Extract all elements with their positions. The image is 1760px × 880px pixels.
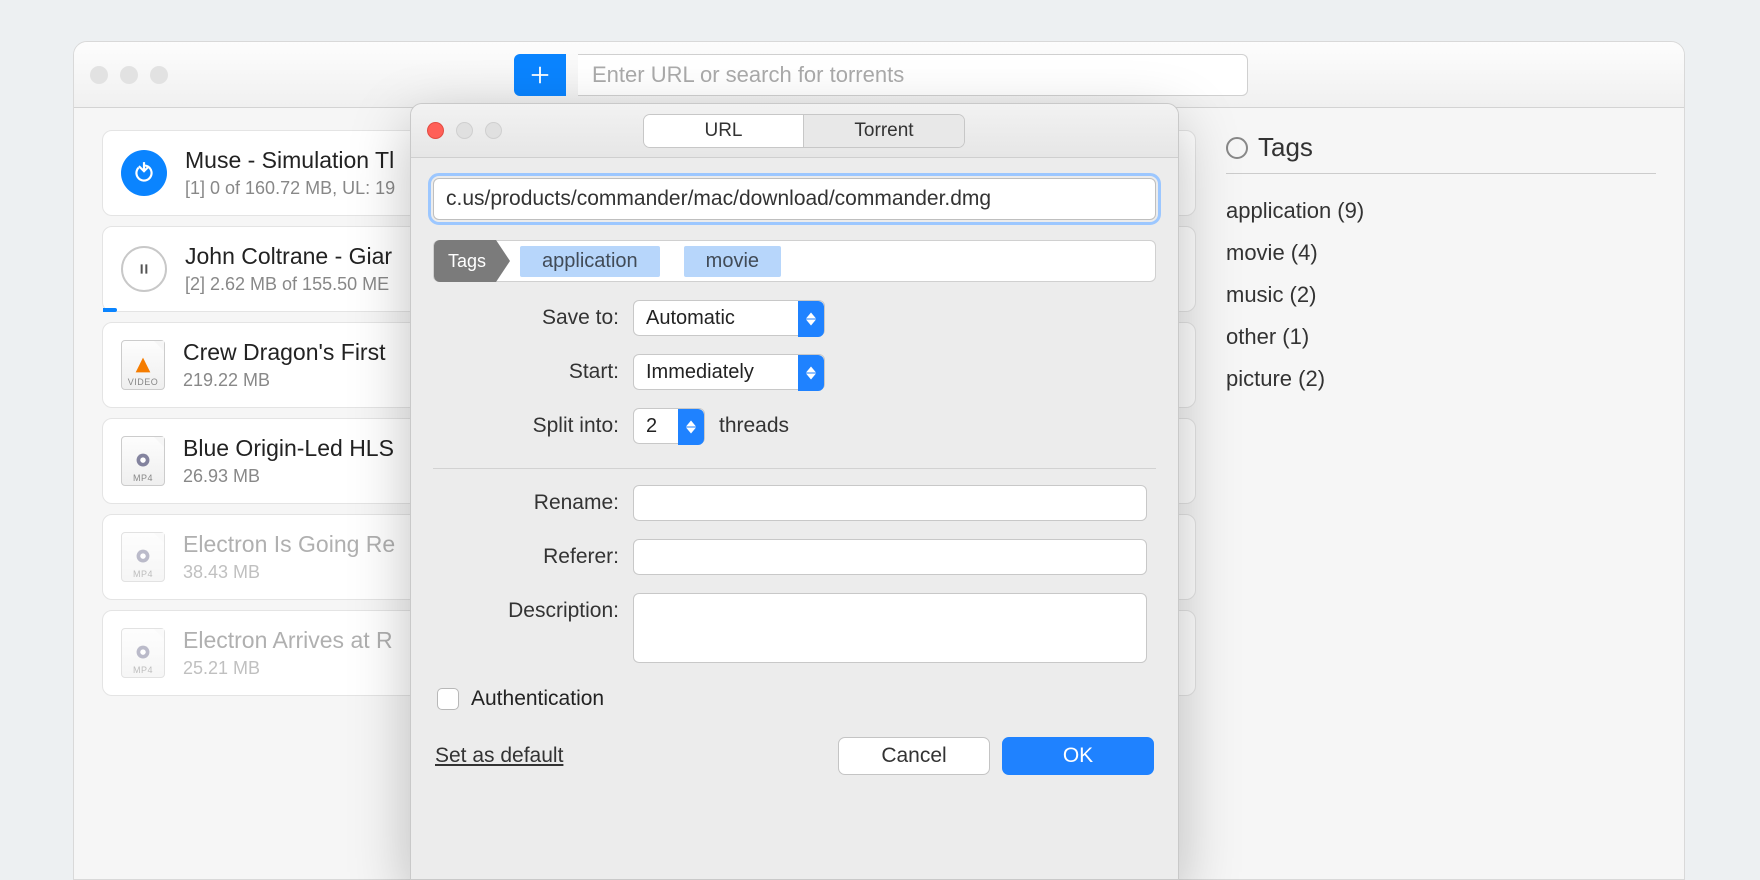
tag-chip[interactable]: application [520, 246, 660, 277]
video-file-icon: VIDEO [121, 340, 165, 390]
form-area-bottom: Rename: Referer: Description: [433, 485, 1156, 663]
chevrons-icon [798, 301, 824, 337]
close-icon[interactable] [427, 122, 444, 139]
referer-label: Referer: [433, 545, 619, 569]
url-input[interactable] [433, 178, 1156, 220]
add-button[interactable] [514, 54, 566, 96]
download-title: Crew Dragon's First [183, 339, 386, 366]
download-subtitle: 25.21 MB [183, 658, 393, 679]
minimize-traffic-light[interactable] [120, 66, 138, 84]
download-subtitle: 219.22 MB [183, 370, 386, 391]
tags-header[interactable]: Tags [1226, 132, 1656, 174]
sidebar-tag-item[interactable]: picture (2) [1226, 358, 1656, 400]
tab-torrent[interactable]: Torrent [804, 115, 964, 147]
tag-chip[interactable]: movie [684, 246, 781, 277]
search-input[interactable] [578, 54, 1248, 96]
start-select[interactable]: Immediately [633, 354, 825, 390]
sidebar-tag-item[interactable]: application (9) [1226, 190, 1656, 232]
chevrons-icon [798, 355, 824, 391]
zoom-icon [485, 122, 502, 139]
download-subtitle: [2] 2.62 MB of 155.50 ME [185, 274, 392, 295]
download-title: Electron Arrives at R [183, 627, 393, 654]
referer-input[interactable] [633, 539, 1147, 575]
seed-icon [121, 150, 167, 196]
split-into-stepper[interactable]: 2 [633, 408, 705, 444]
add-download-sheet: URL Torrent Tags application movie Save … [410, 103, 1179, 880]
split-into-label: Split into: [433, 414, 619, 438]
rename-input[interactable] [633, 485, 1147, 521]
authentication-label: Authentication [471, 687, 604, 711]
download-title: John Coltrane - Giar [185, 243, 392, 270]
sheet-titlebar: URL Torrent [411, 104, 1178, 158]
sheet-traffic-lights [427, 122, 502, 139]
description-label: Description: [433, 593, 619, 623]
main-titlebar [74, 42, 1684, 108]
download-subtitle: 38.43 MB [183, 562, 395, 583]
pause-icon [121, 246, 167, 292]
save-to-label: Save to: [433, 306, 619, 330]
tags-field[interactable]: Tags application movie [433, 240, 1156, 282]
start-label: Start: [433, 360, 619, 384]
cancel-button[interactable]: Cancel [838, 737, 990, 775]
download-subtitle: [1] 0 of 160.72 MB, UL: 19 [185, 178, 395, 199]
download-title: Blue Origin-Led HLS [183, 435, 394, 462]
plus-icon [529, 64, 551, 86]
sheet-body: Tags application movie Save to: Automati… [411, 158, 1178, 787]
tags-chip-label: Tags [434, 240, 496, 282]
tab-url[interactable]: URL [644, 115, 804, 147]
sidebar-tag-item[interactable]: movie (4) [1226, 232, 1656, 274]
traffic-lights [90, 66, 168, 84]
chevrons-icon [678, 409, 704, 445]
rename-label: Rename: [433, 491, 619, 515]
tags-sidebar: Tags application (9) movie (4) music (2)… [1226, 130, 1656, 879]
download-subtitle: 26.93 MB [183, 466, 394, 487]
mp4-file-icon: MP4 [121, 436, 165, 486]
save-to-select[interactable]: Automatic [633, 300, 825, 336]
threads-suffix-label: threads [719, 414, 789, 438]
sidebar-tag-item[interactable]: other (1) [1226, 316, 1656, 358]
close-traffic-light[interactable] [90, 66, 108, 84]
sheet-footer: Set as default Cancel OK [433, 737, 1156, 775]
authentication-row: Authentication [433, 687, 1156, 711]
radio-icon [1226, 137, 1248, 159]
tags-header-label: Tags [1258, 132, 1313, 163]
download-title: Muse - Simulation Tl [185, 147, 395, 174]
description-input[interactable] [633, 593, 1147, 663]
tab-segment: URL Torrent [643, 114, 965, 148]
minimize-icon [456, 122, 473, 139]
ok-button[interactable]: OK [1002, 737, 1154, 775]
form-area-top: Save to: Automatic Start: Immediately [433, 300, 1156, 469]
download-title: Electron Is Going Re [183, 531, 395, 558]
mp4-file-icon: MP4 [121, 628, 165, 678]
mp4-file-icon: MP4 [121, 532, 165, 582]
authentication-checkbox[interactable] [437, 688, 459, 710]
set-default-link[interactable]: Set as default [435, 744, 563, 768]
sidebar-tag-item[interactable]: music (2) [1226, 274, 1656, 316]
zoom-traffic-light[interactable] [150, 66, 168, 84]
